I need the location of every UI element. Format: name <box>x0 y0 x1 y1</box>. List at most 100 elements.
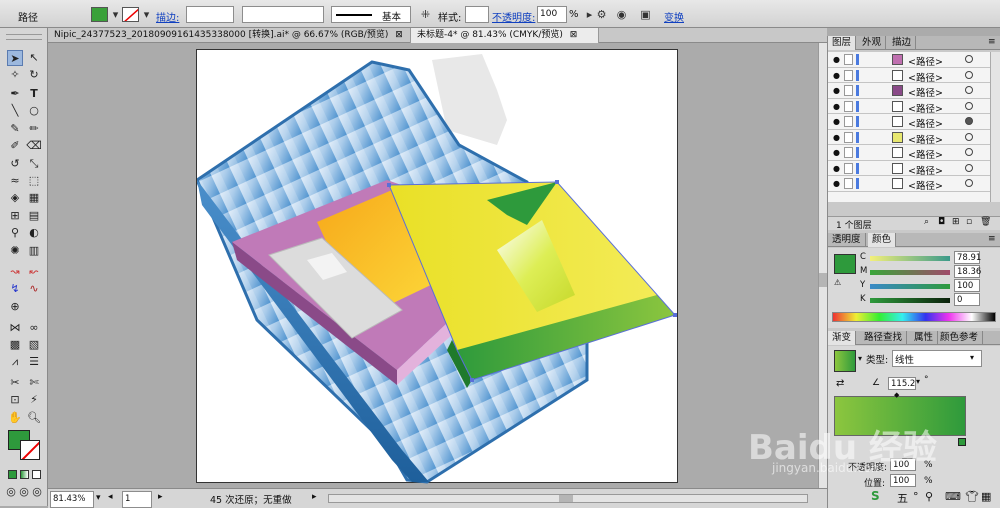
layer-row[interactable]: ● <路径> <box>828 52 990 68</box>
gradient-type-select[interactable]: 线性 <box>892 350 982 367</box>
lock-toggle[interactable] <box>844 54 853 65</box>
lock-toggle[interactable] <box>844 85 853 96</box>
gradient-tool-icon[interactable]: ▤ <box>26 208 42 224</box>
hand-tool-icon[interactable]: ✋ <box>7 410 23 426</box>
toolbox-grip[interactable] <box>6 34 42 40</box>
anchor-point[interactable] <box>673 313 677 317</box>
visibility-eye-icon[interactable]: ● <box>833 148 840 157</box>
magenta-slider[interactable] <box>870 270 950 275</box>
tab-gradient[interactable]: 渐变 <box>828 331 857 345</box>
perspective-grid-icon[interactable]: ▦ <box>26 190 42 206</box>
symbol-sprayer-icon[interactable]: ✺ <box>7 243 23 259</box>
reverse-gradient-icon[interactable]: ⇄ <box>836 378 844 389</box>
shape-builder-icon[interactable]: ◈ <box>7 190 23 206</box>
lock-toggle[interactable] <box>844 69 853 81</box>
visibility-eye-icon[interactable]: ● <box>833 71 840 80</box>
target-circle-icon[interactable] <box>965 132 973 141</box>
tab-color-guide[interactable]: 颜色参考 <box>936 331 984 345</box>
target-circle-icon[interactable] <box>965 86 973 94</box>
delete-layer-icon[interactable]: 🗑︎ <box>980 217 991 227</box>
visibility-eye-icon[interactable]: ● <box>833 102 840 111</box>
target-circle-icon[interactable] <box>965 148 973 156</box>
visibility-eye-icon[interactable]: ● <box>833 179 840 188</box>
opacity-input[interactable]: 100 <box>537 6 567 23</box>
visibility-eye-icon[interactable]: ● <box>833 55 840 64</box>
layer-row[interactable]: ● <路径> <box>828 176 990 192</box>
gradient-preview-swatch[interactable] <box>834 350 856 372</box>
align-icon[interactable]: ▣ <box>638 7 653 22</box>
tab-document-2[interactable]: 未标题-4* @ 81.43% (CMYK/预览) ⊠ <box>411 28 599 43</box>
close-icon[interactable]: ⊠ <box>395 30 403 40</box>
chevron-down-icon[interactable]: ▾ <box>96 493 101 503</box>
slice-tool-icon[interactable]: ∞ <box>26 320 42 336</box>
none-mode-icon[interactable] <box>32 470 41 479</box>
chevron-down-icon[interactable]: ▾ <box>970 353 974 362</box>
make-clip-mask-icon[interactable]: ◘ <box>938 217 945 227</box>
pen-tool-icon[interactable]: ✒ <box>7 86 23 102</box>
layer-row[interactable]: ● <路径> <box>828 160 990 177</box>
lock-toggle[interactable] <box>844 100 853 112</box>
lock-toggle[interactable] <box>844 178 853 189</box>
panel-menu-icon[interactable]: ≡ <box>988 234 996 244</box>
target-circle-icon[interactable] <box>965 55 973 63</box>
anchor-point[interactable] <box>387 183 391 187</box>
style-select[interactable] <box>465 6 489 23</box>
line-graph-icon[interactable]: ⩘ <box>7 354 23 370</box>
tab-document-1[interactable]: Nipic_24377523_20180909161435338000 [转换]… <box>48 28 411 43</box>
visibility-eye-icon[interactable]: ● <box>833 164 840 173</box>
mesh-tool-icon[interactable]: ⊞ <box>7 208 23 224</box>
locate-object-icon[interactable]: ⌕ <box>924 217 929 227</box>
cyan-value[interactable]: 78.91 <box>954 251 981 264</box>
path-eraser-icon[interactable]: ∿ <box>26 281 42 297</box>
gradient-mode-icon[interactable] <box>20 470 29 479</box>
brush-style-select[interactable]: 基本 <box>331 6 411 23</box>
variable-width-select[interactable] <box>242 6 324 23</box>
tab-appearance[interactable]: 外观 <box>858 36 887 50</box>
target-circle-icon[interactable] <box>965 117 973 125</box>
status-menu-icon[interactable]: ▸ <box>312 492 317 502</box>
yellow-value[interactable]: 100 <box>954 279 980 292</box>
paintbrush-icon[interactable]: ✎ <box>7 121 23 137</box>
opacity-label[interactable]: 不透明度: <box>492 9 535 24</box>
scissors-icon[interactable]: ✄ <box>26 375 42 391</box>
stop-position-input[interactable]: 100 <box>890 474 916 487</box>
layers-scrollbar[interactable] <box>990 52 1000 202</box>
type-tool-icon[interactable]: T <box>26 86 42 102</box>
angle-dropdown-icon[interactable]: ▾ <box>916 377 920 386</box>
cyan-slider[interactable] <box>870 256 950 261</box>
selection-tool-icon[interactable]: ➤ <box>7 50 23 66</box>
magic-wand-icon[interactable]: ✧ <box>7 67 23 83</box>
chevron-down-icon[interactable]: ▾ <box>858 354 862 363</box>
column-graph-icon[interactable]: ▩ <box>7 337 23 353</box>
tab-layers[interactable]: 图层 <box>828 36 857 50</box>
lock-toggle[interactable] <box>844 147 853 158</box>
gradient-stop-right[interactable] <box>958 438 966 446</box>
color-mode-icon[interactable] <box>8 470 17 479</box>
first-page-icon[interactable]: ◂ <box>108 492 113 502</box>
reshape-tool-icon[interactable]: ↜ <box>26 264 42 280</box>
gamut-warning-icon[interactable]: ⚠ <box>834 278 841 287</box>
visibility-eye-icon[interactable]: ● <box>833 117 840 126</box>
artboard-tool-icon[interactable]: ⋈ <box>7 320 23 336</box>
layer-row[interactable]: ● <路径> <box>828 129 990 146</box>
blend-tool-icon[interactable]: ◐ <box>26 225 42 241</box>
fill-swatch[interactable] <box>91 7 108 22</box>
layer-row[interactable]: ● <路径> <box>828 114 990 130</box>
lock-toggle[interactable] <box>844 131 853 143</box>
visibility-eye-icon[interactable]: ● <box>833 133 840 142</box>
stroke-swatch[interactable] <box>122 7 139 22</box>
yellow-slider[interactable] <box>870 284 950 289</box>
panel-menu-icon[interactable]: ≡ <box>988 37 996 47</box>
knife-tool-icon[interactable]: ✂ <box>7 375 23 391</box>
black-value[interactable]: 0 <box>954 293 980 306</box>
toolbox-icon[interactable]: ▦ <box>981 490 991 503</box>
recolor-icon[interactable]: ⚙ <box>594 7 609 22</box>
tab-pathfinder[interactable]: 路径查找 <box>860 331 908 345</box>
angle-input[interactable]: 115.2 <box>888 377 916 390</box>
bar-graph-icon[interactable]: ▧ <box>26 337 42 353</box>
anchor-point[interactable] <box>555 180 559 184</box>
tab-attributes[interactable]: 属性 <box>910 331 939 345</box>
graph-tool-icon[interactable]: ▥ <box>26 243 42 259</box>
punctuation-icon[interactable]: ° <box>913 490 919 503</box>
tab-transparency[interactable]: 透明度 <box>828 233 866 247</box>
